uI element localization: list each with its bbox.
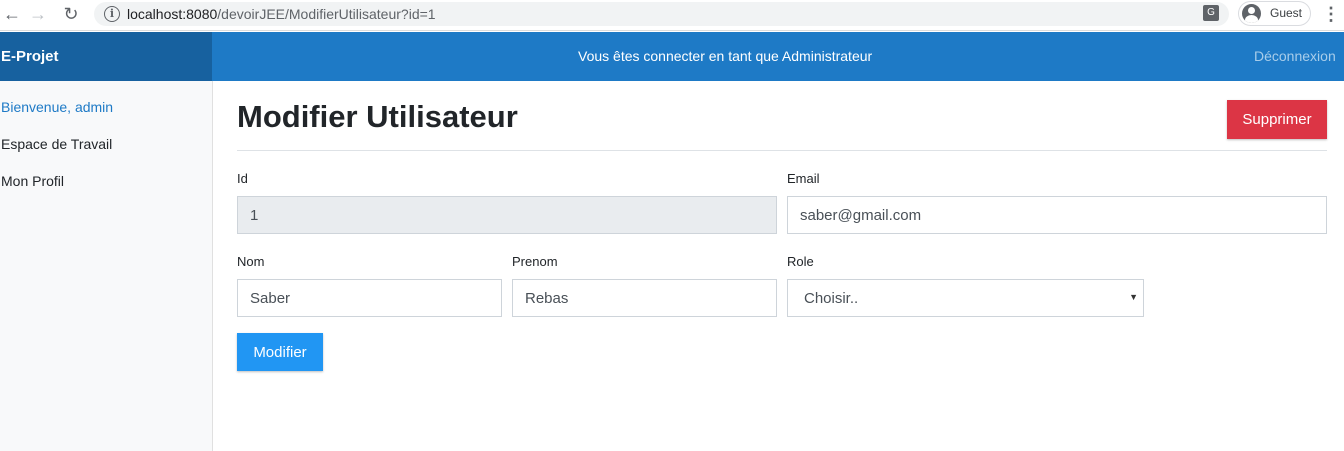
- menu-dots-icon[interactable]: ⋮: [1322, 3, 1340, 25]
- reload-icon[interactable]: ↻: [59, 3, 83, 25]
- url-path: /devoirJEE/ModifierUtilisateur?id=1: [217, 6, 436, 22]
- sidebar: Bienvenue, admin Espace de Travail Mon P…: [0, 81, 213, 451]
- browser-toolbar: ← → ↻ i localhost:8080/devoirJEE/Modifie…: [0, 0, 1344, 31]
- forward-arrow-icon[interactable]: →: [26, 3, 50, 25]
- id-label: Id: [237, 171, 248, 186]
- prenom-label: Prenom: [512, 254, 558, 269]
- nom-field[interactable]: [237, 279, 502, 317]
- info-icon[interactable]: i: [104, 6, 120, 22]
- url-host: localhost:8080: [127, 6, 218, 22]
- url-text[interactable]: localhost:8080/devoirJEE/ModifierUtilisa…: [127, 6, 436, 22]
- email-label: Email: [787, 171, 820, 186]
- sidebar-item-workspace[interactable]: Espace de Travail: [1, 136, 112, 152]
- sidebar-item-welcome[interactable]: Bienvenue, admin: [1, 99, 113, 115]
- prenom-field[interactable]: [512, 279, 777, 317]
- modify-button[interactable]: Modifier: [237, 333, 323, 371]
- divider: [237, 150, 1327, 151]
- nom-label: Nom: [237, 254, 265, 269]
- role-selected-value: Choisir..: [804, 290, 859, 307]
- profile-label: Guest: [1270, 6, 1303, 20]
- page-title: Modifier Utilisateur: [237, 99, 518, 134]
- translate-icon[interactable]: G: [1203, 5, 1219, 21]
- back-arrow-icon[interactable]: ←: [0, 3, 24, 25]
- profile-button[interactable]: Guest: [1238, 1, 1311, 26]
- delete-button[interactable]: Supprimer: [1227, 100, 1327, 139]
- id-field[interactable]: [237, 196, 777, 234]
- email-field[interactable]: [787, 196, 1327, 234]
- app-header: E-Projet Vous êtes connecter en tant que…: [0, 32, 1344, 81]
- role-label: Role: [787, 254, 814, 269]
- sidebar-item-profile[interactable]: Mon Profil: [1, 173, 64, 189]
- brand-logo[interactable]: E-Projet: [0, 32, 212, 81]
- address-bar[interactable]: i localhost:8080/devoirJEE/ModifierUtili…: [94, 2, 1229, 26]
- logout-link[interactable]: Déconnexion: [1254, 48, 1336, 64]
- role-select[interactable]: Choisir.. ▼: [787, 279, 1144, 317]
- avatar-icon: [1242, 4, 1261, 23]
- login-status-message: Vous êtes connecter en tant que Administ…: [578, 48, 873, 64]
- dropdown-arrow-icon: ▼: [1129, 292, 1138, 302]
